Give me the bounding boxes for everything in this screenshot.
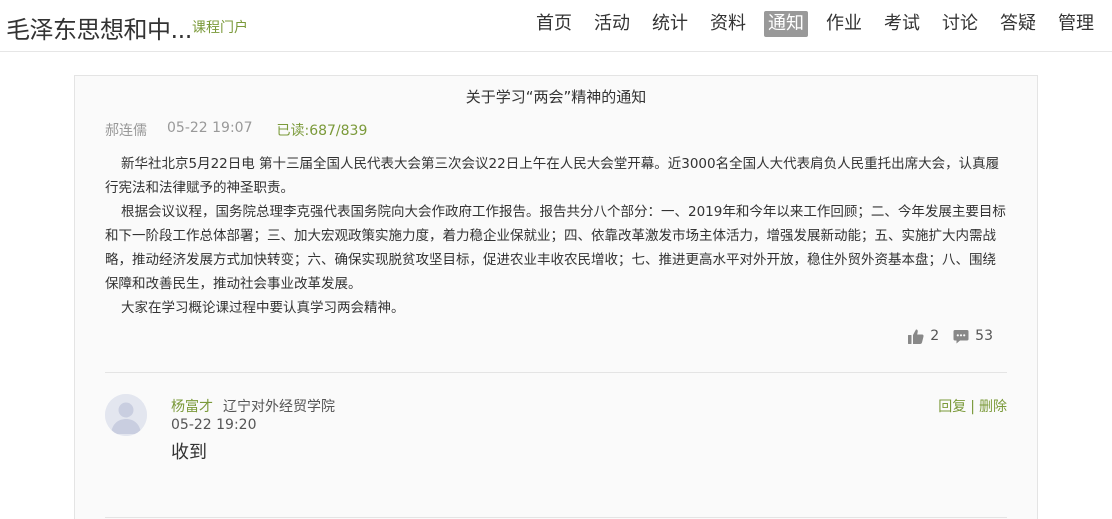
read-status[interactable]: 已读:687/839 (276, 120, 367, 140)
top-header: 毛泽东思想和中... 课程门户 首页 活动 统计 资料 通知 作业 考试 讨论 … (0, 0, 1112, 52)
like-button[interactable]: 2 (908, 328, 939, 344)
notice-title: 关于学习“两会”精神的通知 (465, 88, 647, 106)
nav-item-activity[interactable]: 活动 (590, 11, 634, 37)
notice-meta: 郝连儒 05-22 19:07 已读:687/839 (105, 120, 367, 140)
nav-item-discussion[interactable]: 讨论 (938, 11, 982, 37)
nav-item-exams[interactable]: 考试 (880, 11, 924, 37)
nav-item-homework[interactable]: 作业 (822, 11, 866, 37)
notice-card: 关于学习“两会”精神的通知 郝连儒 05-22 19:07 已读:687/839… (74, 75, 1038, 519)
action-separator: | (970, 399, 975, 415)
notice-body: 新华社北京5月22日电 第十三届全国人民代表大会第三次会议22日上午在人民大会堂… (105, 152, 1007, 320)
reply-item: 杨富才 辽宁对外经贸学院 05-22 19:20 收到 回复 | 删除 (105, 394, 1007, 494)
nav-item-qa[interactable]: 答疑 (996, 11, 1040, 37)
like-count: 2 (930, 328, 940, 344)
notice-paragraph: 新华社北京5月22日电 第十三届全国人民代表大会第三次会议22日上午在人民大会堂… (105, 156, 1000, 196)
comment-button[interactable]: 53 (953, 328, 993, 344)
reply-time: 05-22 19:20 (171, 417, 257, 433)
nav-item-statistics[interactable]: 统计 (648, 11, 692, 37)
divider (105, 517, 1007, 518)
reply-button[interactable]: 回复 (938, 399, 966, 415)
notice-stats: 2 53 (894, 328, 993, 344)
nav-item-home[interactable]: 首页 (532, 11, 576, 37)
read-count: 687/839 (309, 123, 368, 139)
read-label: 已读: (276, 123, 310, 139)
nav-item-materials[interactable]: 资料 (706, 11, 750, 37)
notice-paragraph: 根据会议议程，国务院总理李克强代表国务院向大会作政府工作报告。报告共分八个部分：… (105, 204, 1006, 292)
notice-time: 05-22 19:07 (167, 120, 253, 136)
nav-item-notices[interactable]: 通知 (764, 11, 808, 37)
main-nav: 首页 活动 统计 资料 通知 作业 考试 讨论 答疑 管理 (518, 11, 1098, 37)
thumbs-up-icon (908, 329, 924, 344)
comment-bubble-icon (953, 329, 969, 343)
reply-text: 收到 (171, 442, 207, 463)
delete-button[interactable]: 删除 (979, 399, 1007, 415)
reply-author[interactable]: 杨富才 (171, 396, 213, 416)
course-portal-link[interactable]: 课程门户 (192, 17, 248, 37)
notice-author: 郝连儒 (105, 123, 147, 139)
comment-count: 53 (975, 328, 993, 344)
nav-item-manage[interactable]: 管理 (1054, 11, 1098, 37)
course-title[interactable]: 毛泽东思想和中... (6, 10, 192, 45)
notice-paragraph: 大家在学习概论课过程中要认真学习两会精神。 (121, 300, 405, 316)
reply-actions: 回复 | 删除 (938, 396, 1007, 416)
default-avatar-icon[interactable] (105, 394, 147, 436)
reply-school: 辽宁对外经贸学院 (223, 399, 335, 415)
divider (105, 372, 1007, 373)
